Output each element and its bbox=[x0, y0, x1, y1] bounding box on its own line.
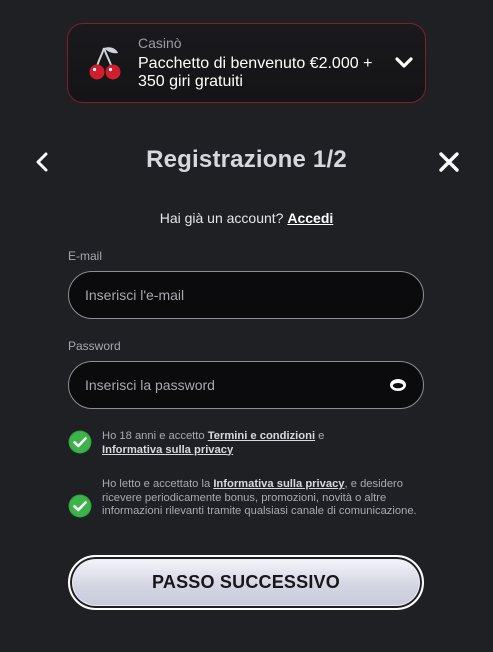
consent-marketing-text: Ho letto e accettato la Informativa sull… bbox=[102, 478, 428, 519]
privacy-link[interactable]: Informativa sulla privacy bbox=[213, 478, 344, 490]
bonus-category: Casinò bbox=[138, 35, 182, 51]
cherry-icon bbox=[89, 47, 121, 80]
eye-icon[interactable] bbox=[389, 378, 407, 392]
password-field[interactable] bbox=[85, 377, 389, 393]
password-label: Password bbox=[68, 339, 121, 353]
terms-link[interactable]: Termini e condizioni bbox=[208, 430, 315, 442]
privacy-link[interactable]: Informativa sulla privacy bbox=[102, 444, 233, 456]
chevron-down-icon[interactable] bbox=[393, 52, 415, 74]
email-field[interactable] bbox=[85, 287, 423, 303]
check-icon[interactable] bbox=[68, 430, 92, 454]
password-field-wrapper[interactable] bbox=[68, 361, 424, 409]
bonus-title: Pacchetto di benvenuto €2.000 + 350 giri… bbox=[138, 55, 373, 90]
consent-marketing: Ho letto e accettato la Informativa sull… bbox=[68, 478, 428, 519]
email-label: E-mail bbox=[68, 249, 103, 263]
next-step-button[interactable]: PASSO SUCCESSIVO bbox=[68, 555, 424, 610]
consent-terms: Ho 18 anni e accetto Termini e condizion… bbox=[68, 430, 428, 457]
check-icon[interactable] bbox=[68, 494, 92, 518]
bonus-selector[interactable]: Casinò Pacchetto di benvenuto €2.000 + 3… bbox=[67, 23, 426, 103]
login-prompt: Hai già un account? Accedi bbox=[0, 210, 493, 226]
email-field-wrapper[interactable] bbox=[68, 271, 424, 319]
consent-terms-text: Ho 18 anni e accetto Termini e condizion… bbox=[102, 430, 324, 457]
page-title: Registrazione 1/2 bbox=[146, 146, 347, 173]
close-icon[interactable] bbox=[437, 150, 461, 174]
consent-text-part: Ho letto e accettato la bbox=[102, 478, 214, 490]
login-link[interactable]: Accedi bbox=[287, 210, 333, 226]
consent-text-part: Ho 18 anni e accetto bbox=[102, 430, 208, 442]
consent-text-part: e bbox=[315, 430, 325, 442]
login-prompt-text: Hai già un account? bbox=[159, 210, 284, 226]
